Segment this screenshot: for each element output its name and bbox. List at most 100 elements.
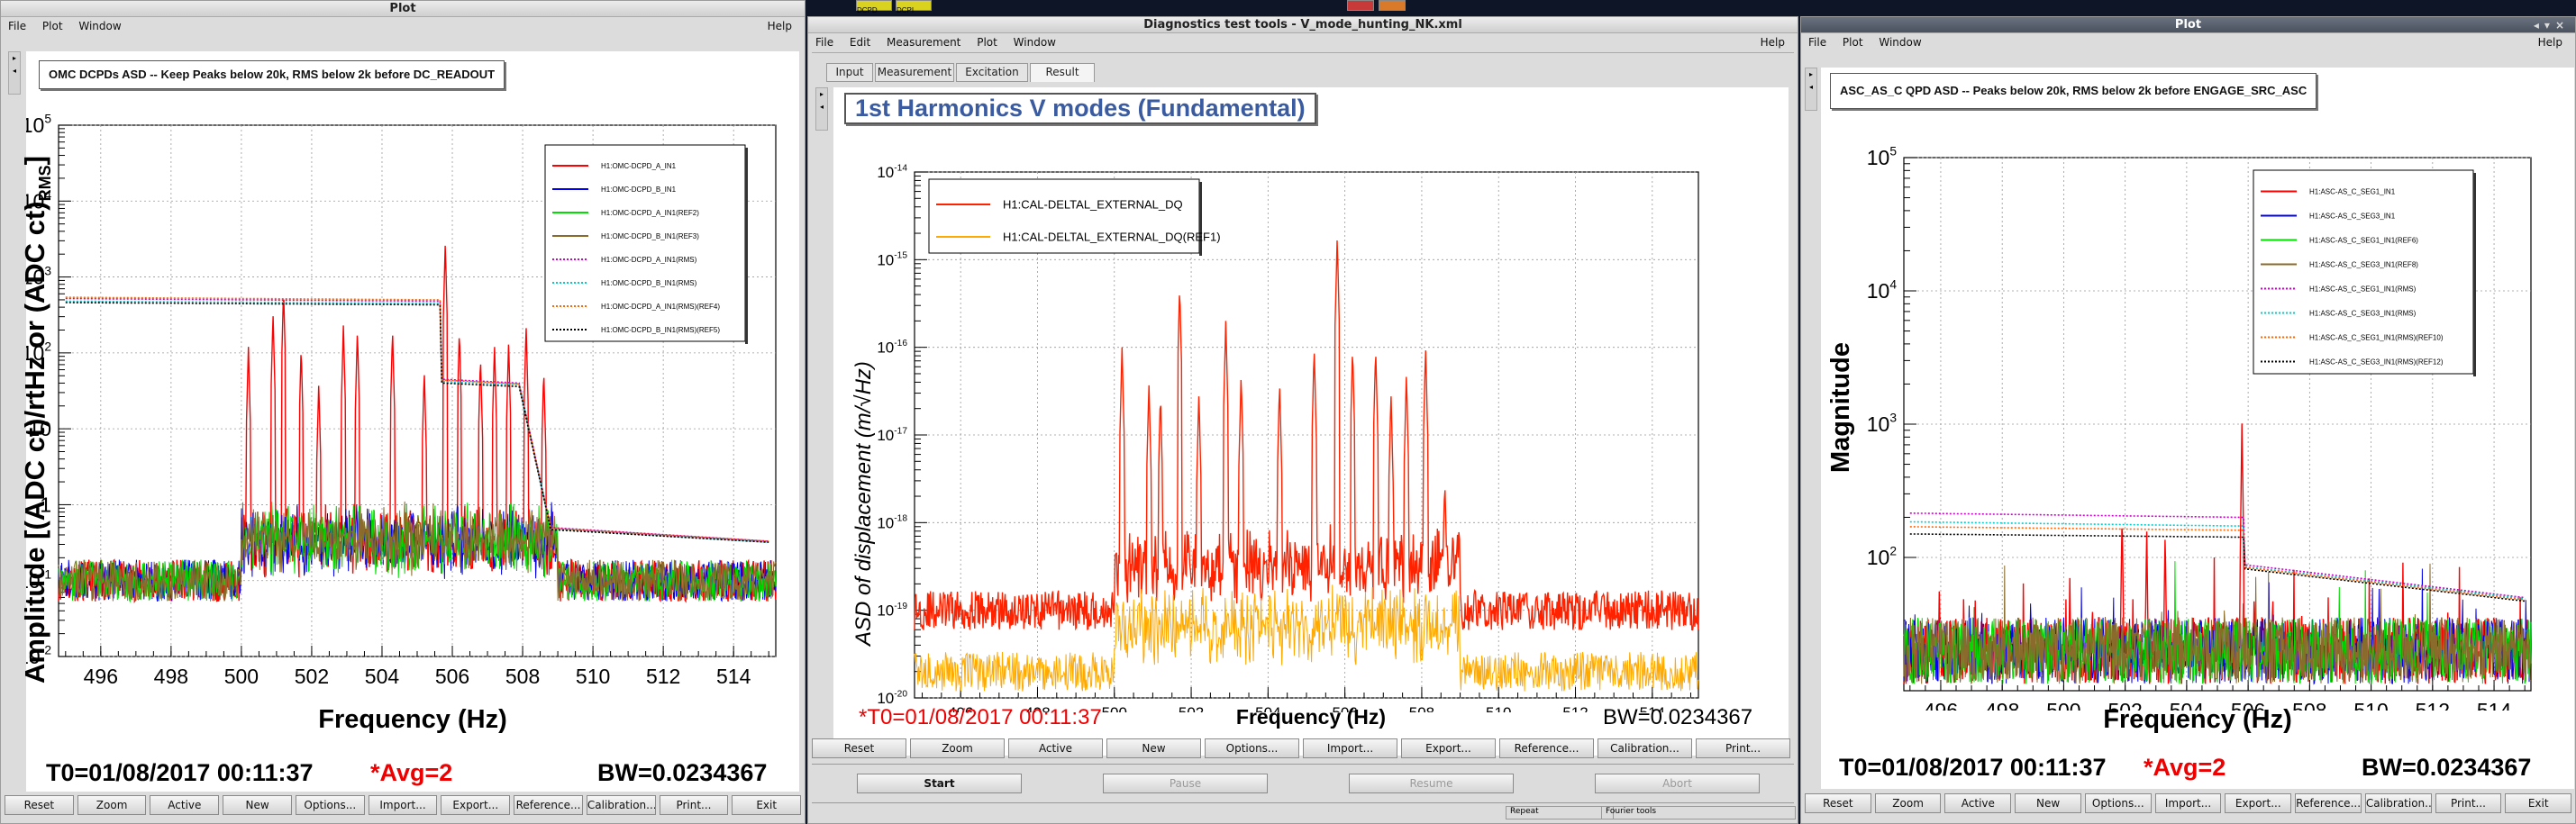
side-panel-toggle[interactable]: ▸ ◂ [8,51,21,95]
reset-button[interactable]: Reset [5,795,74,815]
export-button[interactable]: Export... [2225,793,2292,813]
tab-measurement[interactable]: Measurement [875,63,954,82]
menu-help[interactable]: Help [2538,34,2562,50]
calibration-button[interactable]: Calibration... [1597,738,1692,758]
y-tick-label: 104 [1867,278,1898,303]
tab-excitation[interactable]: Excitation [956,63,1028,82]
legend-label: H1:ASC-AS_C_SEG3_IN1(REF8) [2309,260,2418,268]
menu-window[interactable]: Window [1014,36,1056,49]
new-button[interactable]: New [1106,738,1201,758]
legend-label: H1:ASC-AS_C_SEG3_IN1 [2309,212,2396,220]
options-button[interactable]: Options... [1205,738,1299,758]
active-button[interactable]: Active [150,795,220,815]
window-title: Plot [1,1,805,17]
panel-indicator-4[interactable] [1379,0,1406,11]
menu-plot[interactable]: Plot [42,20,63,32]
start-button[interactable]: Start [857,774,1022,793]
x-tick-label: 506 [435,665,469,688]
y-tick-label: 103 [1867,412,1898,436]
tab-result[interactable]: Result [1030,63,1095,82]
status-fourier-tools: Fourier tools [1601,806,1796,819]
reference-button[interactable]: Reference... [1499,738,1594,758]
reset-button[interactable]: Reset [812,738,906,758]
menu-window[interactable]: Window [1879,36,1921,49]
reset-button[interactable]: Reset [1805,793,1871,813]
y-tick-label: 105 [26,113,51,137]
import-button[interactable]: Import... [1303,738,1397,758]
plot-svg[interactable]: 49649850050250450650851051251410-210-111… [26,95,799,725]
menu-help[interactable]: Help [768,18,792,34]
abort-button[interactable]: Abort [1595,774,1760,793]
calibration-button[interactable]: Calibration... [2364,793,2432,813]
tab-input[interactable]: Input [826,63,873,82]
menu-edit[interactable]: Edit [850,36,870,49]
x-tick-label: 502 [295,665,329,688]
active-button[interactable]: Active [1944,793,2012,813]
x-tick-label: 500 [224,665,259,688]
active-button[interactable]: Active [1008,738,1103,758]
import-button[interactable]: Import... [368,795,438,815]
panel-indicator-label: DCPD [857,6,878,14]
exit-button[interactable]: Exit [2505,793,2572,813]
y-tick-label: 105 [1867,145,1898,169]
export-button[interactable]: Export... [441,795,511,815]
zoom-button[interactable]: Zoom [77,795,147,815]
pause-button[interactable]: Pause [1103,774,1268,793]
x-axis-label: Frequency (Hz) [318,705,507,734]
reference-button[interactable]: Reference... [514,795,583,815]
print-button[interactable]: Print... [1696,738,1790,758]
side-panel-toggle[interactable]: ▸ ◂ [1805,68,1817,111]
x-axis-label: Frequency (Hz) [2103,705,2292,734]
plot-svg[interactable]: 496 498 500 502 504 506 508 510 512 5141021031041… [1821,125,2574,711]
menubar: File Plot Window Help [1,18,805,34]
legend-box [544,144,746,342]
panel-indicator-3[interactable] [1347,0,1374,11]
y-tick-label: 10-20 [877,689,907,707]
legend-shadow [745,148,748,344]
menu-help[interactable]: Help [1761,34,1785,50]
bw-label: BW=0.0234367 [597,759,768,786]
new-button[interactable]: New [2015,793,2081,813]
panel-indicator-2[interactable]: DCPI [896,0,932,14]
legend-label: H1:OMC-DCPD_A_IN1(RMS)(REF4) [601,303,720,311]
plot-button-row: Reset Zoom Active New Options... Import.… [1805,793,2572,813]
menu-file[interactable]: File [1808,36,1826,49]
export-button[interactable]: Export... [1401,738,1496,758]
y-axis-label: ASD of displacement (m/√Hz) [851,361,876,646]
print-button[interactable]: Print... [659,795,729,815]
print-button[interactable]: Print... [2435,793,2502,813]
avg-label: *Avg=2 [370,759,453,786]
menu-measurement[interactable]: Measurement [887,36,960,49]
legend-label: H1:OMC-DCPD_B_IN1 [601,186,677,194]
panel-indicator-1[interactable]: DCPD [856,0,892,14]
legend-label: H1:ASC-AS_C_SEG1_IN1 [2309,187,2396,195]
legend-label: H1:ASC-AS_C_SEG1_IN1(REF6) [2309,236,2418,244]
resume-button[interactable]: Resume [1349,774,1514,793]
left-plot-window: Plot File Plot Window Help ▸ ◂ OMC DCPDs … [0,0,806,824]
menu-file[interactable]: File [8,20,26,32]
exit-button[interactable]: Exit [732,795,802,815]
import-button[interactable]: Import... [2154,793,2222,813]
legend-label: H1:OMC-DCPD_B_IN1(RMS)(REF5) [601,326,720,334]
legend-label: H1:OMC-DCPD_A_IN1(RMS) [601,256,697,264]
x-tick-label: 514 [716,665,751,688]
menu-file[interactable]: File [815,36,833,49]
legend-box [2253,169,2474,375]
menu-window[interactable]: Window [78,20,121,32]
options-button[interactable]: Options... [2084,793,2152,813]
calibration-button[interactable]: Calibration... [586,795,656,815]
window-title: Diagnostics test tools - V_mode_hunting_… [808,17,1798,33]
menu-plot[interactable]: Plot [1843,36,1863,49]
measurement-control-row: Start Pause Resume Abort [857,774,1760,793]
side-panel-toggle[interactable]: ▸ ◂ [815,87,828,131]
zoom-button[interactable]: Zoom [910,738,1005,758]
window-controls-icon[interactable]: ◂▾× [2534,18,2570,33]
reference-button[interactable]: Reference... [2295,793,2362,813]
legend-shadow [2473,173,2476,376]
y-tick-label: 10-14 [877,163,907,181]
options-button[interactable]: Options... [295,795,365,815]
menu-plot[interactable]: Plot [977,36,997,49]
zoom-button[interactable]: Zoom [1874,793,1942,813]
new-button[interactable]: New [223,795,292,815]
plot-svg[interactable]: 49649850050250450650851051251410-2010-19… [833,127,1789,712]
